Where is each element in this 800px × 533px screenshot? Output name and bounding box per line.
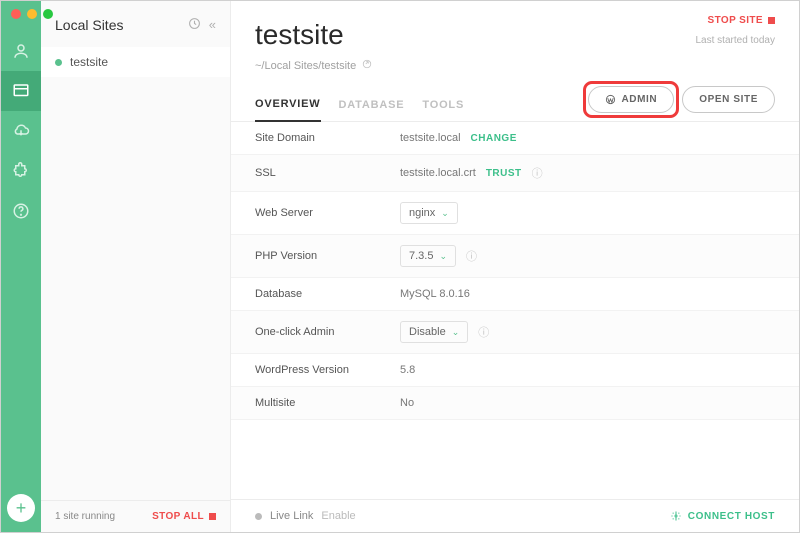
main-panel: STOP SITE Last started today testsite ~/… [231, 1, 799, 532]
last-started-label: Last started today [696, 35, 776, 46]
trust-ssl-button[interactable]: TRUST [486, 168, 522, 179]
site-item-name: testsite [70, 55, 108, 69]
sidebar-title: Local Sites [55, 17, 123, 33]
rail-cloud[interactable] [1, 111, 41, 151]
oneclick-admin-select[interactable]: Disable ⌄ [400, 321, 468, 343]
row-label-domain: Site Domain [255, 132, 400, 144]
cloud-icon [12, 122, 30, 140]
db-value: MySQL 8.0.16 [400, 288, 470, 300]
sort-icon[interactable] [188, 17, 201, 33]
row-label-wp: WordPress Version [255, 364, 400, 376]
wp-version-value: 5.8 [400, 364, 415, 376]
tab-database[interactable]: DATABASE [339, 99, 405, 121]
ssl-value: testsite.local.crt [400, 167, 476, 179]
chevron-down-icon: ⌄ [452, 327, 460, 338]
live-link-status-icon [255, 513, 262, 520]
puzzle-icon [12, 162, 30, 180]
nav-rail: + [1, 1, 41, 532]
site-list: testsite [41, 43, 230, 500]
stop-all-button[interactable]: STOP ALL [152, 511, 216, 522]
tab-tools[interactable]: TOOLS [422, 99, 464, 121]
live-link-label: Live Link [270, 510, 313, 522]
main-footer: Live Link Enable CONNECT HOST [231, 499, 799, 532]
window-controls[interactable] [11, 9, 53, 19]
rail-profile[interactable] [1, 31, 41, 71]
minimize-icon[interactable] [27, 9, 37, 19]
running-count: 1 site running [55, 511, 115, 522]
change-domain-button[interactable]: CHANGE [471, 133, 517, 144]
site-path[interactable]: ~/Local Sites/testsite [255, 59, 775, 72]
php-version-select[interactable]: 7.3.5 ⌄ [400, 245, 456, 267]
row-label-php: PHP Version [255, 250, 400, 262]
multisite-value: No [400, 397, 414, 409]
web-server-select[interactable]: nginx ⌄ [400, 202, 458, 224]
site-domain-value: testsite.local [400, 132, 461, 144]
plus-icon: + [16, 498, 27, 519]
close-icon[interactable] [11, 9, 21, 19]
wordpress-icon [605, 94, 616, 105]
row-label-ssl: SSL [255, 167, 400, 179]
enable-live-link[interactable]: Enable [321, 510, 355, 522]
sidebar: Local Sites « testsite 1 site running ST… [41, 1, 231, 532]
status-dot-icon [55, 59, 62, 66]
help-icon [12, 202, 30, 220]
open-site-button[interactable]: OPEN SITE [682, 86, 775, 113]
rail-help[interactable] [1, 191, 41, 231]
row-label-multisite: Multisite [255, 397, 400, 409]
maximize-icon[interactable] [43, 9, 53, 19]
site-item[interactable]: testsite [41, 47, 230, 77]
user-icon [12, 42, 30, 60]
tab-row: OVERVIEW DATABASE TOOLS ADMIN OPEN SITE [231, 78, 799, 122]
rail-addons[interactable] [1, 151, 41, 191]
connect-host-button[interactable]: CONNECT HOST [670, 510, 775, 522]
reveal-path-icon[interactable] [362, 59, 372, 72]
rail-sites[interactable] [1, 71, 41, 111]
info-icon[interactable]: ⓘ [466, 248, 477, 264]
admin-button[interactable]: ADMIN [588, 86, 674, 113]
chevron-down-icon: ⌄ [439, 251, 447, 262]
row-label-oneclick: One-click Admin [255, 326, 400, 338]
chevron-down-icon: ⌄ [441, 208, 449, 219]
info-icon[interactable]: ⓘ [532, 165, 543, 181]
info-icon[interactable]: ⓘ [478, 324, 489, 340]
stop-icon [768, 17, 775, 24]
stop-site-button[interactable]: STOP SITE [708, 15, 775, 26]
row-label-db: Database [255, 288, 400, 300]
collapse-icon[interactable]: « [209, 17, 216, 33]
sites-icon [12, 82, 30, 100]
row-label-webserver: Web Server [255, 207, 400, 219]
add-site-button[interactable]: + [7, 494, 35, 522]
tab-overview[interactable]: OVERVIEW [255, 98, 321, 122]
overview-details: Site Domain testsite.local CHANGE SSL te… [231, 122, 799, 499]
stop-icon [209, 513, 216, 520]
connect-icon [670, 510, 682, 522]
